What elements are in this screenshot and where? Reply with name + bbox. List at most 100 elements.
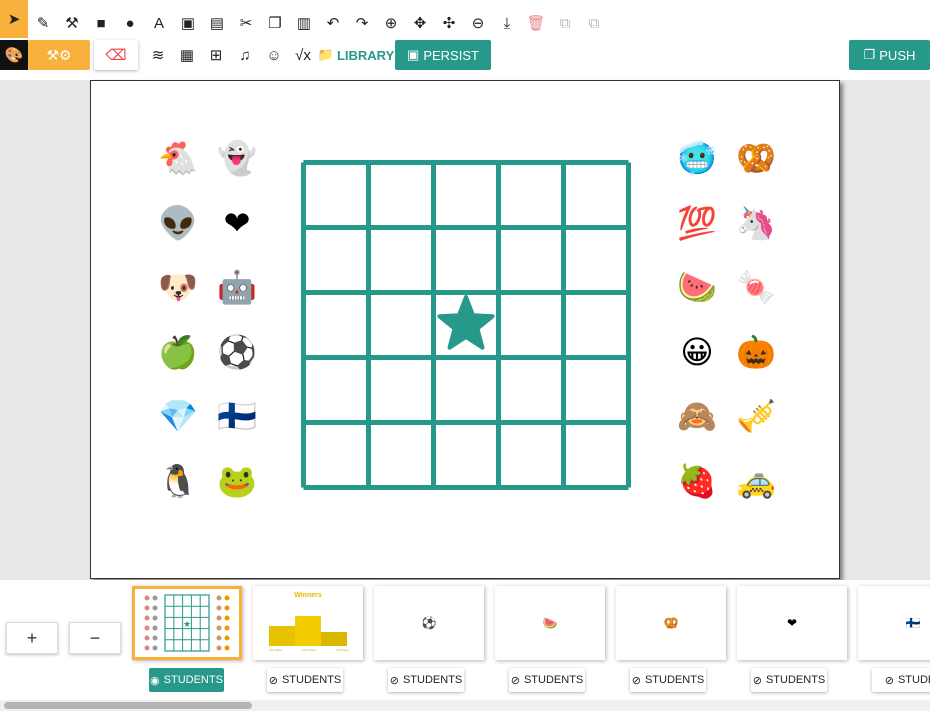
settings-button[interactable]: ⚒⚙	[28, 40, 90, 70]
download-icon: ⤓	[503, 14, 511, 32]
left-sticker-2-0[interactable]: 🐶	[157, 266, 199, 308]
right-sticker-3-1[interactable]: 🎃	[735, 331, 777, 373]
zoom-out-button[interactable]: −	[69, 622, 121, 654]
left-sticker-4-0[interactable]: 💎	[157, 395, 199, 437]
cut-tool[interactable]: ✂	[232, 8, 260, 38]
right-sticker-1-1[interactable]: 🦄	[735, 202, 777, 244]
palette-button[interactable]: 🎨	[0, 40, 28, 70]
persist-button[interactable]: ▣ PERSIST	[395, 40, 491, 70]
zoom-out-icon: ⊖	[471, 15, 485, 32]
right-sticker-3-0[interactable]: 😀	[676, 331, 718, 373]
undo-icon: ↶	[326, 15, 340, 32]
emoji-tool[interactable]: ☺	[260, 40, 288, 70]
rectangle-tool[interactable]: ■	[87, 8, 115, 38]
slide-thumbnail[interactable]: Winners 2nd Place First Place 3rd Place	[253, 586, 363, 660]
students-visibility-button[interactable]: ⊘ STUDENTS	[630, 668, 706, 692]
zoom-in-tool[interactable]: ⊕	[377, 8, 405, 38]
undo-tool[interactable]: ↶	[319, 8, 347, 38]
horizontal-scrollbar[interactable]	[0, 700, 930, 711]
slide-canvas[interactable]: 🐔 👻 👽 ❤ 🐶 🤖 🍏 ⚽ 💎 🇫🇮 🐧 🐸 🥶 🥨 💯 🦄 🍉 🍬 😀 🎃 🙈 🎺 🍓 🚕	[90, 80, 840, 579]
left-sticker-3-1[interactable]: ⚽	[216, 331, 258, 373]
pencil-icon: ✎	[36, 15, 50, 32]
thumbnail-grid-preview: ★	[144, 594, 230, 652]
select-tool[interactable]: ➤	[0, 0, 28, 38]
slide-thumbnail[interactable]: 🇫🇮	[858, 586, 930, 660]
magic-wand-tool[interactable]: ⚒	[58, 8, 86, 38]
podium-third	[321, 632, 347, 646]
push-label: PUSH	[879, 47, 916, 63]
math-tool[interactable]: √x	[289, 40, 317, 70]
right-sticker-5-1[interactable]: 🚕	[735, 460, 777, 502]
thumbnail-sticker: 🍉	[542, 616, 558, 630]
students-visibility-button[interactable]: ⊘ STUDENTS	[509, 668, 585, 692]
students-label: STUDENTS	[163, 674, 223, 686]
pencil-tool[interactable]: ✎	[29, 8, 57, 38]
right-sticker-4-1[interactable]: 🎺	[735, 395, 777, 437]
slide-thumbnail[interactable]: ★	[132, 586, 242, 660]
zoom-in-button[interactable]: +	[6, 622, 58, 654]
circle-tool[interactable]: ●	[116, 8, 144, 38]
group-tool[interactable]: ⧉	[551, 8, 579, 38]
right-sticker-5-0[interactable]: 🍓	[676, 460, 718, 502]
left-sticker-0-0[interactable]: 🐔	[157, 137, 199, 179]
move-tool[interactable]: ✣	[435, 8, 463, 38]
copy-push-icon: ❐	[863, 47, 876, 62]
paste-tool[interactable]: ▥	[290, 8, 318, 38]
slide-strip: + − ★ ◉ STUDENTS Winners 2nd Place First Plac…	[0, 580, 930, 711]
slide-thumbnail[interactable]: ⚽	[374, 586, 484, 660]
students-visibility-button[interactable]: ⊘ STUDENTS	[267, 668, 343, 692]
music-tool[interactable]: ♫	[231, 40, 259, 70]
library-label: LIBRARY	[336, 47, 395, 63]
eye-slash-icon: ⊘	[752, 674, 762, 687]
zoom-out-tool[interactable]: ⊖	[464, 8, 492, 38]
pdf-tool[interactable]: ▤	[203, 8, 231, 38]
ungroup-icon: ⧉	[588, 14, 600, 32]
eye-slash-icon: ⊘	[884, 674, 894, 687]
left-sticker-5-0[interactable]: 🐧	[157, 460, 199, 502]
students-visibility-button[interactable]: ⊘STUDE	[872, 668, 930, 692]
students-visibility-button[interactable]: ⊘ STUDENTS	[751, 668, 827, 692]
left-sticker-0-1[interactable]: 👻	[216, 137, 258, 179]
slide-thumbnail[interactable]: 🥨	[616, 586, 726, 660]
redo-tool[interactable]: ↷	[348, 8, 376, 38]
students-visibility-button[interactable]: ◉ STUDENTS	[149, 668, 224, 692]
text-tool[interactable]: A	[145, 8, 173, 38]
table-tool[interactable]: ⊞	[202, 40, 230, 70]
slide-thumbnail[interactable]: ❤	[737, 586, 847, 660]
scrollbar-thumb[interactable]	[4, 702, 252, 709]
download-tool[interactable]: ⤓	[493, 8, 521, 38]
ungroup-tool[interactable]: ⧉	[580, 8, 608, 38]
copy-tool[interactable]: ❐	[261, 8, 289, 38]
push-button[interactable]: ❐ PUSH	[849, 40, 930, 70]
image-tool[interactable]: ▣	[174, 8, 202, 38]
left-sticker-1-1[interactable]: ❤	[216, 202, 258, 244]
left-sticker-5-1[interactable]: 🐸	[216, 460, 258, 502]
right-sticker-1-0[interactable]: 💯	[676, 202, 718, 244]
bingo-grid[interactable]	[301, 160, 631, 490]
right-sticker-2-0[interactable]: 🍉	[676, 266, 718, 308]
students-label: STUDENTS	[765, 674, 826, 686]
left-sticker-3-0[interactable]: 🍏	[157, 331, 199, 373]
library-button[interactable]: 📁 LIBRARY	[318, 40, 395, 70]
layers-tool[interactable]: ≋	[144, 40, 172, 70]
left-sticker-4-1[interactable]: 🇫🇮	[216, 395, 258, 437]
grid-tool[interactable]: ▦	[173, 40, 201, 70]
fit-tool[interactable]: ✥	[406, 8, 434, 38]
slide-thumbnail[interactable]: 🍉	[495, 586, 605, 660]
left-sticker-1-0[interactable]: 👽	[157, 202, 199, 244]
star-icon[interactable]	[437, 295, 495, 350]
layers-icon: ≋	[151, 47, 165, 64]
right-sticker-2-1[interactable]: 🍬	[735, 266, 777, 308]
thumbnail-sticker: 🇫🇮	[905, 616, 921, 630]
move-icon: ✣	[442, 15, 456, 32]
delete-tool[interactable]: 🗑	[522, 8, 550, 38]
eraser-button[interactable]: ⌫	[94, 40, 138, 70]
right-sticker-0-0[interactable]: 🥶	[676, 137, 718, 179]
students-visibility-button[interactable]: ⊘ STUDENTS	[388, 668, 464, 692]
left-sticker-2-1[interactable]: 🤖	[216, 266, 258, 308]
podium-labels: 2nd Place First Place 3rd Place	[269, 648, 349, 652]
table-icon: ⊞	[209, 47, 223, 64]
square-root-icon: √x	[295, 46, 311, 64]
right-sticker-0-1[interactable]: 🥨	[735, 137, 777, 179]
right-sticker-4-0[interactable]: 🙈	[676, 395, 718, 437]
